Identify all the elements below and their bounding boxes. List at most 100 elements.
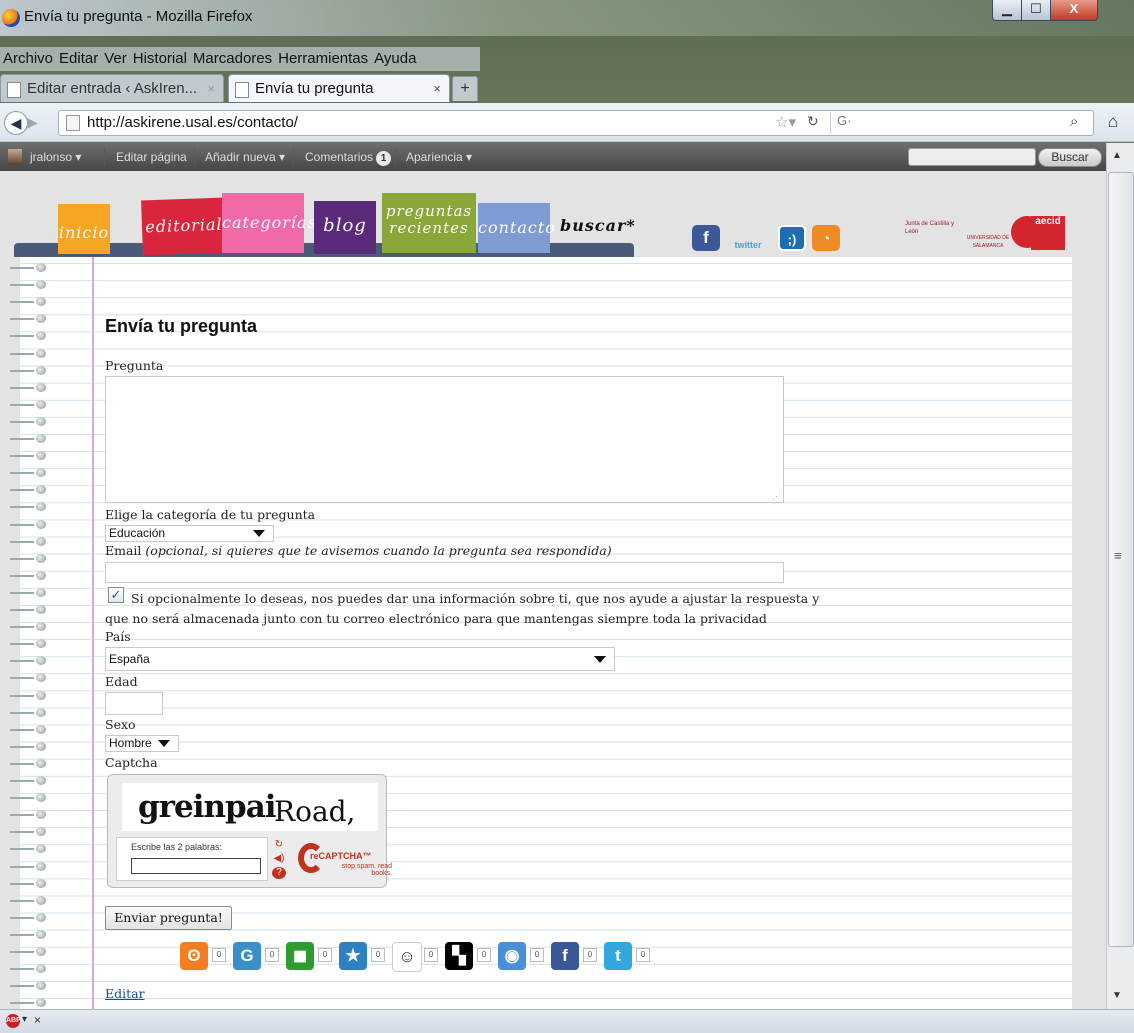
menu-archivo[interactable]: Archivo: [0, 47, 56, 67]
ring-binding-icon: [6, 981, 56, 991]
delicious-share-icon[interactable]: ▚: [445, 942, 473, 970]
tab-label: Envía tu pregunta: [255, 80, 374, 97]
site-identity-icon[interactable]: [66, 115, 80, 131]
ring-binding-icon: [6, 707, 56, 718]
dropdown-arrow-icon[interactable]: ▾: [22, 1014, 27, 1025]
twitter-icon[interactable]: twitter: [730, 225, 766, 251]
menu-ayuda[interactable]: Ayuda: [371, 47, 419, 67]
search-bar[interactable]: G·: [830, 112, 1069, 134]
divider: [395, 148, 396, 166]
menu-editar[interactable]: Editar: [56, 47, 101, 67]
new-tab-button[interactable]: +: [452, 76, 478, 101]
share-count: 0: [265, 948, 279, 962]
nav-buscar[interactable]: buscar*: [560, 211, 635, 241]
ring-binding-icon: [6, 280, 56, 290]
ring-binding-icon: [6, 451, 56, 461]
menu-herramientas[interactable]: Herramientas: [275, 47, 371, 67]
meneame-share-icon[interactable]: ʘ: [180, 942, 208, 970]
submit-question-button[interactable]: Enviar pregunta!: [105, 906, 232, 930]
scroll-down-arrow-icon[interactable]: ▼: [1112, 990, 1122, 1001]
admin-search-input[interactable]: [908, 148, 1036, 166]
nav-contacto[interactable]: contacto: [478, 203, 555, 253]
ring-binding-icon: [6, 998, 56, 1008]
junta-castilla-leon-logo: Junta de Castilla y León: [905, 221, 955, 235]
email-input[interactable]: [105, 562, 784, 583]
captcha-word-1: greinpai: [138, 789, 277, 825]
age-input[interactable]: [105, 692, 163, 715]
maximize-button[interactable]: ☐: [1021, 0, 1051, 21]
admin-appearance[interactable]: Apariencia ▾: [406, 150, 472, 164]
site-header: inicio editorial categorías blog pregunt…: [0, 171, 1106, 257]
notebook-paper: [20, 257, 1072, 1009]
home-icon[interactable]: ⌂: [1098, 110, 1128, 134]
minimize-button[interactable]: ▁: [992, 0, 1022, 21]
menu-marcadores[interactable]: Marcadores: [190, 47, 275, 67]
tab-close-icon[interactable]: ×: [433, 75, 441, 103]
captcha-response-input[interactable]: [131, 858, 261, 874]
twitter-share-icon[interactable]: t: [604, 942, 632, 970]
wp-admin-bar: jralonso ▾ Editar página Añadir nueva ▾ …: [0, 143, 1106, 171]
nav-preguntas-recientes[interactable]: preguntas recientes: [382, 193, 476, 253]
edit-link[interactable]: Editar: [105, 986, 145, 1001]
adblock-icon[interactable]: ABP: [6, 1014, 21, 1028]
optin-checkbox[interactable]: ✓: [108, 587, 124, 603]
ring-binding-icon: [6, 810, 56, 820]
reddit-share-icon[interactable]: ☺: [392, 942, 422, 972]
question-textarea[interactable]: ⋰: [105, 376, 784, 503]
magnifier-icon[interactable]: ⌕: [1070, 113, 1078, 130]
admin-search-button[interactable]: Buscar: [1038, 148, 1102, 167]
buzz-share-icon[interactable]: ◉: [498, 942, 526, 970]
menu-ver[interactable]: Ver: [101, 47, 130, 67]
nav-blog[interactable]: blog: [314, 201, 376, 254]
close-window-button[interactable]: X: [1050, 0, 1098, 21]
admin-add-new[interactable]: Añadir nueva ▾: [205, 150, 285, 164]
bookmark-star-icon[interactable]: ☆▾: [775, 113, 796, 131]
back-arrow-icon[interactable]: ◀: [4, 111, 28, 135]
nav-label: categorías: [222, 213, 317, 232]
nav-categorias[interactable]: categorías: [222, 193, 316, 253]
bookmark-share-icon[interactable]: ★: [339, 942, 367, 970]
tab-close-icon[interactable]: ×: [207, 75, 215, 103]
ring-binding-icon: [6, 844, 56, 854]
ring-binding-icon: [6, 434, 56, 444]
scroll-up-arrow-icon[interactable]: ▲: [1112, 150, 1122, 161]
nav-inicio[interactable]: inicio: [58, 204, 110, 254]
digg-share-icon[interactable]: ◼: [286, 942, 314, 970]
admin-comments[interactable]: Comentarios 1: [305, 150, 392, 166]
captcha-audio-icon[interactable]: ◀): [272, 853, 286, 865]
captcha-help-icon[interactable]: ?: [272, 867, 286, 879]
ring-binding-icon: [6, 947, 56, 957]
search-engine-icon[interactable]: G·: [837, 113, 851, 128]
url-text[interactable]: http://askirene.usal.es/contacto/: [87, 114, 298, 131]
nav-label: inicio: [58, 223, 110, 242]
facebook-icon[interactable]: f: [692, 225, 720, 251]
avatar[interactable]: [8, 149, 22, 165]
admin-user-menu[interactable]: jralonso ▾: [30, 150, 81, 164]
category-select[interactable]: Educación: [105, 525, 274, 542]
ring-binding-icon: [6, 673, 56, 683]
ring-binding-icon: [6, 656, 56, 666]
captcha-reload-icon[interactable]: ↻: [272, 839, 286, 851]
question-label: Pregunta: [105, 358, 164, 373]
admin-edit-page[interactable]: Editar página: [116, 150, 187, 164]
ring-binding-icon: [6, 929, 56, 940]
nav-editorial[interactable]: editorial: [141, 197, 227, 256]
ring-binding-icon: [6, 878, 56, 889]
close-icon[interactable]: ×: [34, 1013, 41, 1027]
tuenti-icon[interactable]: ;): [778, 225, 806, 251]
tab-editar-entrada[interactable]: Editar entrada ‹ AskIren... ×: [0, 74, 224, 102]
menu-historial[interactable]: Historial: [130, 47, 190, 67]
google-share-icon[interactable]: G: [233, 942, 261, 970]
tab-envia-tu-pregunta[interactable]: Envía tu pregunta ×: [228, 74, 450, 102]
rss-icon[interactable]: ◔: [812, 225, 840, 251]
reload-icon[interactable]: ↻: [807, 113, 819, 130]
scroll-grip-icon: ≡: [1114, 548, 1122, 563]
page-viewport: inicio editorial categorías blog pregunt…: [0, 171, 1106, 1009]
sex-select[interactable]: Hombre: [105, 735, 179, 752]
status-bar: ABP ▾ ×: [0, 1009, 1134, 1033]
facebook-share-icon[interactable]: f: [551, 942, 579, 970]
resize-grip-icon[interactable]: ⋰: [772, 491, 781, 502]
country-select[interactable]: España: [105, 647, 615, 671]
forward-arrow-icon[interactable]: ▶: [27, 114, 38, 131]
ring-binding-icon: [6, 536, 56, 547]
